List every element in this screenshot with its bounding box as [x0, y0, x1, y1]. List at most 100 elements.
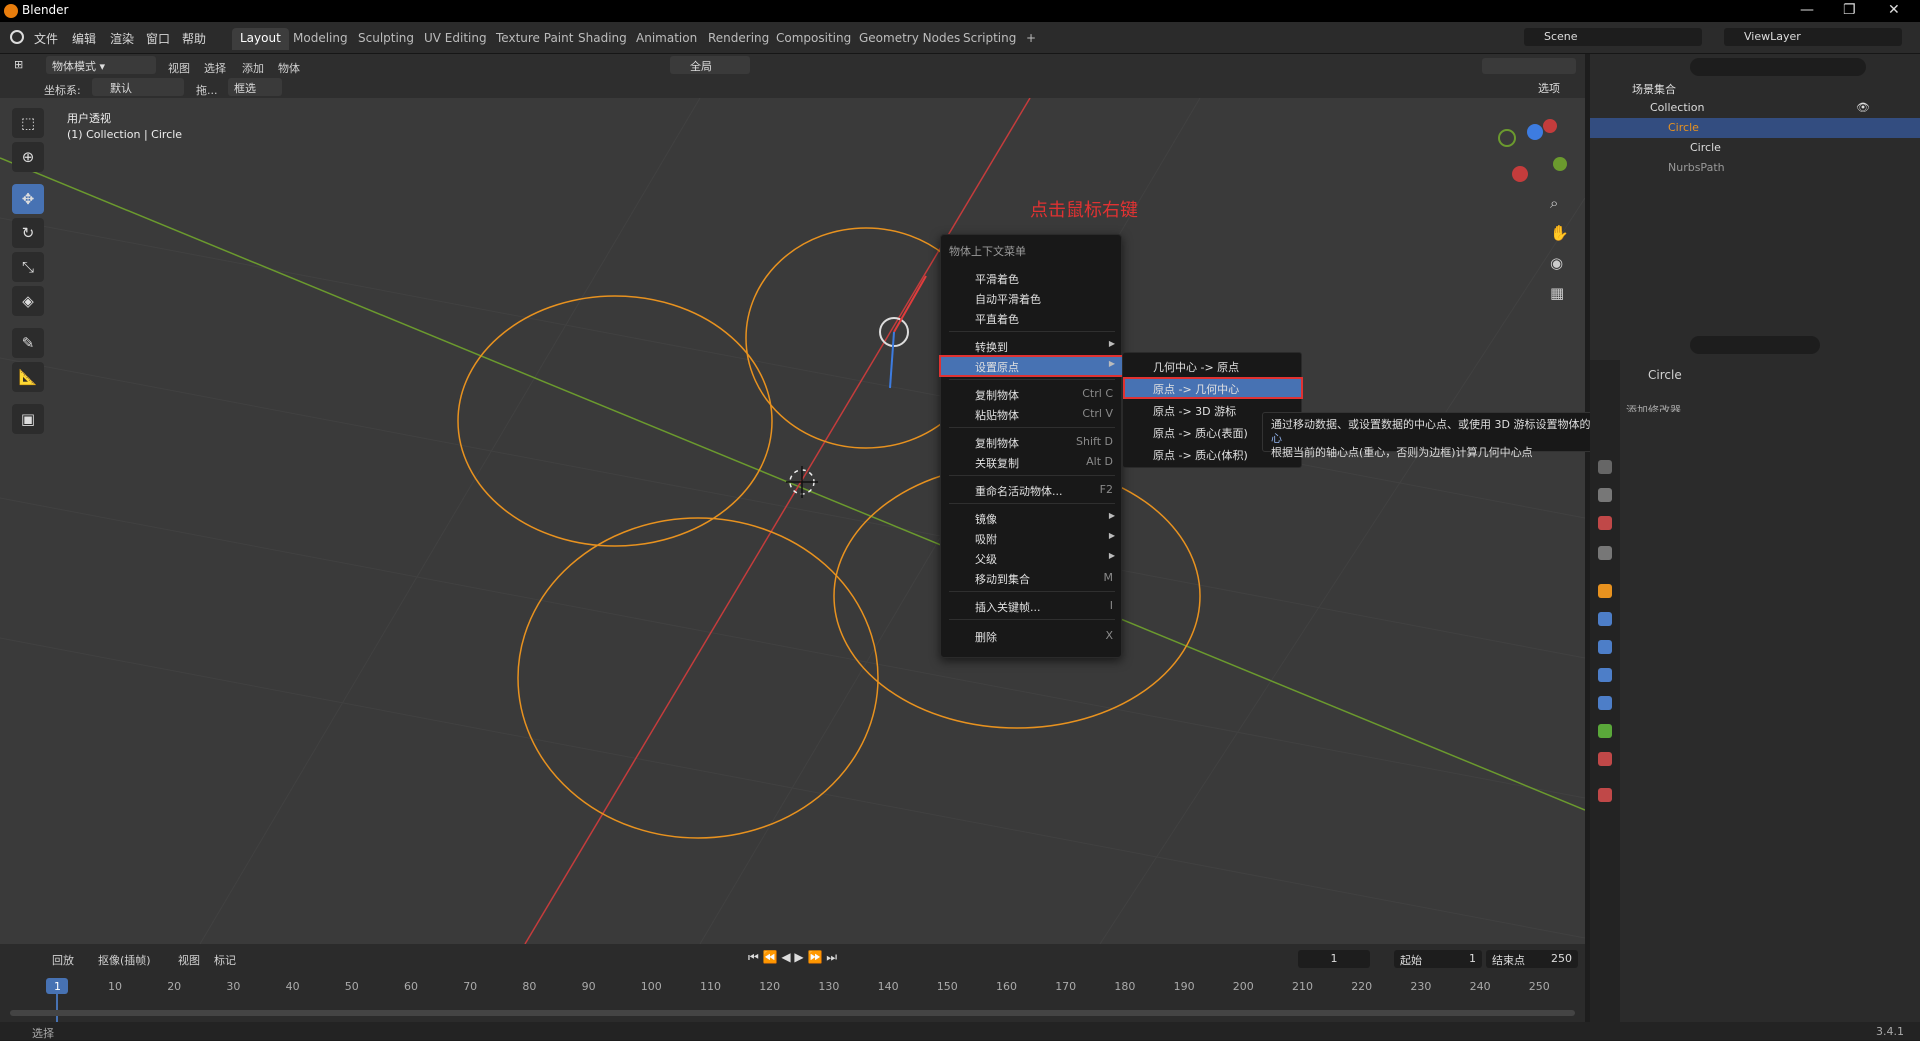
outliner-item-nurbspath[interactable]: NurbsPath: [1590, 158, 1920, 178]
editor-type-icon[interactable]: ⊞: [8, 56, 38, 74]
menu-item-parent[interactable]: 父级 ▶: [941, 549, 1123, 567]
minimize-button[interactable]: —: [1800, 2, 1814, 18]
tab-geometry-nodes[interactable]: Geometry Nodes: [851, 28, 968, 50]
y-axis-line: [0, 157, 1585, 811]
keying-menu[interactable]: 抠像(插帧): [98, 952, 151, 968]
outliner-scene-collection[interactable]: 场景集合: [1590, 78, 1920, 98]
timeline-scrollbar[interactable]: [10, 1010, 1575, 1016]
rotate-tool-icon[interactable]: ↻: [12, 218, 44, 248]
viewport-header: ⊞ 物体模式 ▾ 视图 选择 添加 物体 全局 坐标系: 默认 拖... 框选 …: [0, 54, 1585, 98]
visibility-eye-icon[interactable]: 👁: [1856, 101, 1870, 114]
move-tool-icon[interactable]: ✥: [12, 184, 44, 214]
tab-animation[interactable]: Animation: [628, 28, 705, 50]
menu-window[interactable]: 窗口: [146, 30, 170, 47]
playback-menu[interactable]: 回放: [52, 952, 74, 968]
menu-item-shade-flat[interactable]: 平直着色: [941, 309, 1123, 327]
scene-tab-icon[interactable]: [1598, 488, 1612, 502]
tab-shading[interactable]: Shading: [570, 28, 635, 50]
tab-modeling[interactable]: Modeling: [285, 28, 356, 50]
end-frame-field[interactable]: 结束点 250: [1486, 950, 1578, 968]
camera-icon[interactable]: ◉: [1550, 254, 1563, 272]
outliner-search-input[interactable]: [1690, 58, 1866, 76]
menu-help[interactable]: 帮助: [182, 30, 206, 47]
transform-tool-icon[interactable]: ◈: [12, 286, 44, 316]
menu-item-duplicate-objects[interactable]: 复制物体 Shift D: [941, 433, 1123, 451]
tab-texture-paint[interactable]: Texture Paint: [488, 28, 581, 50]
submenu-geometry-to-origin[interactable]: 几何中心 -> 原点: [1123, 357, 1303, 375]
close-button[interactable]: ✕: [1888, 2, 1900, 18]
menu-select[interactable]: 选择: [204, 60, 226, 76]
annotate-tool-icon[interactable]: ✎: [12, 328, 44, 358]
maximize-button[interactable]: ❐: [1843, 2, 1856, 18]
cursor-tool-icon[interactable]: ⊕: [12, 142, 44, 172]
add-modifier-dropdown[interactable]: 添加修改器: [1626, 402, 1914, 412]
properties-search-input[interactable]: [1690, 336, 1820, 354]
tab-scripting[interactable]: Scripting: [955, 28, 1024, 50]
menu-item-snap[interactable]: 吸附 ▶: [941, 529, 1123, 547]
object-tab-icon[interactable]: [1598, 584, 1612, 598]
menu-item-shade-auto-smooth[interactable]: 自动平滑着色: [941, 289, 1123, 307]
pan-hand-icon[interactable]: ✋: [1550, 224, 1569, 242]
measure-tool-icon[interactable]: 📐: [12, 362, 44, 392]
scene-selector[interactable]: Scene: [1524, 28, 1702, 46]
tab-layout[interactable]: Layout: [232, 28, 289, 50]
material-tab-icon[interactable]: [1598, 752, 1612, 766]
3d-viewport[interactable]: 用户透视 (1) Collection | Circle 点击鼠标右键 ⬚ ⊕ …: [0, 98, 1585, 944]
menu-file[interactable]: 文件: [34, 30, 58, 47]
menu-item-copy-objects[interactable]: 复制物体 Ctrl C: [941, 385, 1123, 403]
mode-selector[interactable]: 物体模式 ▾: [46, 56, 156, 74]
menu-item-convert-to[interactable]: 转换到 ▶: [941, 337, 1123, 355]
modifier-tab-icon[interactable]: [1598, 612, 1612, 626]
zoom-icon[interactable]: ⌕: [1550, 194, 1558, 212]
coord-selector[interactable]: 默认: [92, 78, 184, 96]
data-tab-icon[interactable]: [1598, 724, 1612, 738]
outliner-item-circle[interactable]: Circle: [1590, 118, 1920, 138]
menu-view[interactable]: 视图: [168, 60, 190, 76]
tab-sculpting[interactable]: Sculpting: [350, 28, 422, 50]
output-tab-icon[interactable]: [1598, 460, 1612, 474]
blender-menu-icon[interactable]: [10, 30, 24, 44]
timeline-marker-menu[interactable]: 标记: [214, 952, 236, 968]
menu-render[interactable]: 渲染: [110, 30, 134, 47]
select-box-tool-icon[interactable]: ⬚: [12, 108, 44, 138]
menu-edit[interactable]: 编辑: [72, 30, 96, 47]
tab-compositing[interactable]: Compositing: [768, 28, 859, 50]
menu-item-set-origin[interactable]: 设置原点 ▶: [939, 355, 1125, 377]
current-frame-field[interactable]: 1: [1298, 950, 1370, 968]
texture-tab-icon[interactable]: [1598, 788, 1612, 802]
submenu-origin-to-geometry[interactable]: 原点 -> 几何中心: [1123, 377, 1303, 399]
add-workspace-button[interactable]: +: [1018, 28, 1044, 50]
menu-item-duplicate-linked[interactable]: 关联复制 Alt D: [941, 453, 1123, 471]
menu-item-move-to-collection[interactable]: 移动到集合 M: [941, 569, 1123, 587]
physics-tab-icon[interactable]: [1598, 668, 1612, 682]
transform-orientation[interactable]: 全局: [670, 56, 750, 74]
menu-object[interactable]: 物体: [278, 60, 300, 76]
timeline-view-menu[interactable]: 视图: [178, 952, 200, 968]
constraints-tab-icon[interactable]: [1598, 696, 1612, 710]
drag-selector[interactable]: 框选: [228, 78, 282, 96]
menu-item-insert-keyframe[interactable]: 插入关键帧... I: [941, 597, 1123, 615]
timeline-tick-label: 220: [1351, 980, 1373, 993]
particles-tab-icon[interactable]: [1598, 640, 1612, 654]
add-cube-tool-icon[interactable]: ▣: [12, 404, 44, 434]
viewlayer-selector[interactable]: ViewLayer: [1724, 28, 1902, 46]
tab-uv-editing[interactable]: UV Editing: [416, 28, 495, 50]
options-button[interactable]: 选项: [1532, 78, 1578, 96]
menu-item-delete[interactable]: 删除 X: [941, 627, 1123, 645]
playback-controls[interactable]: ⏮ ⏪ ◀ ▶ ⏩ ⏭: [748, 950, 860, 966]
start-frame-field[interactable]: 起始 1: [1394, 950, 1482, 968]
timeline-tick-label: 20: [167, 980, 182, 993]
collection-tab-icon[interactable]: [1598, 546, 1612, 560]
menu-item-paste-objects[interactable]: 粘贴物体 Ctrl V: [941, 405, 1123, 423]
tab-rendering[interactable]: Rendering: [700, 28, 777, 50]
outliner-item-collection[interactable]: Collection 👁: [1590, 98, 1920, 118]
menu-item-mirror[interactable]: 镜像 ▶: [941, 509, 1123, 527]
world-tab-icon[interactable]: [1598, 516, 1612, 530]
shading-mode-buttons[interactable]: [1482, 58, 1576, 74]
outliner-item-circle-data[interactable]: Circle: [1590, 138, 1920, 158]
menu-item-shade-smooth[interactable]: 平滑着色: [941, 269, 1123, 287]
menu-add[interactable]: 添加: [242, 60, 264, 76]
menu-item-rename-active[interactable]: 重命名活动物体... F2: [941, 481, 1123, 499]
scale-tool-icon[interactable]: ⤡: [12, 252, 44, 282]
perspective-grid-icon[interactable]: ▦: [1550, 284, 1564, 302]
